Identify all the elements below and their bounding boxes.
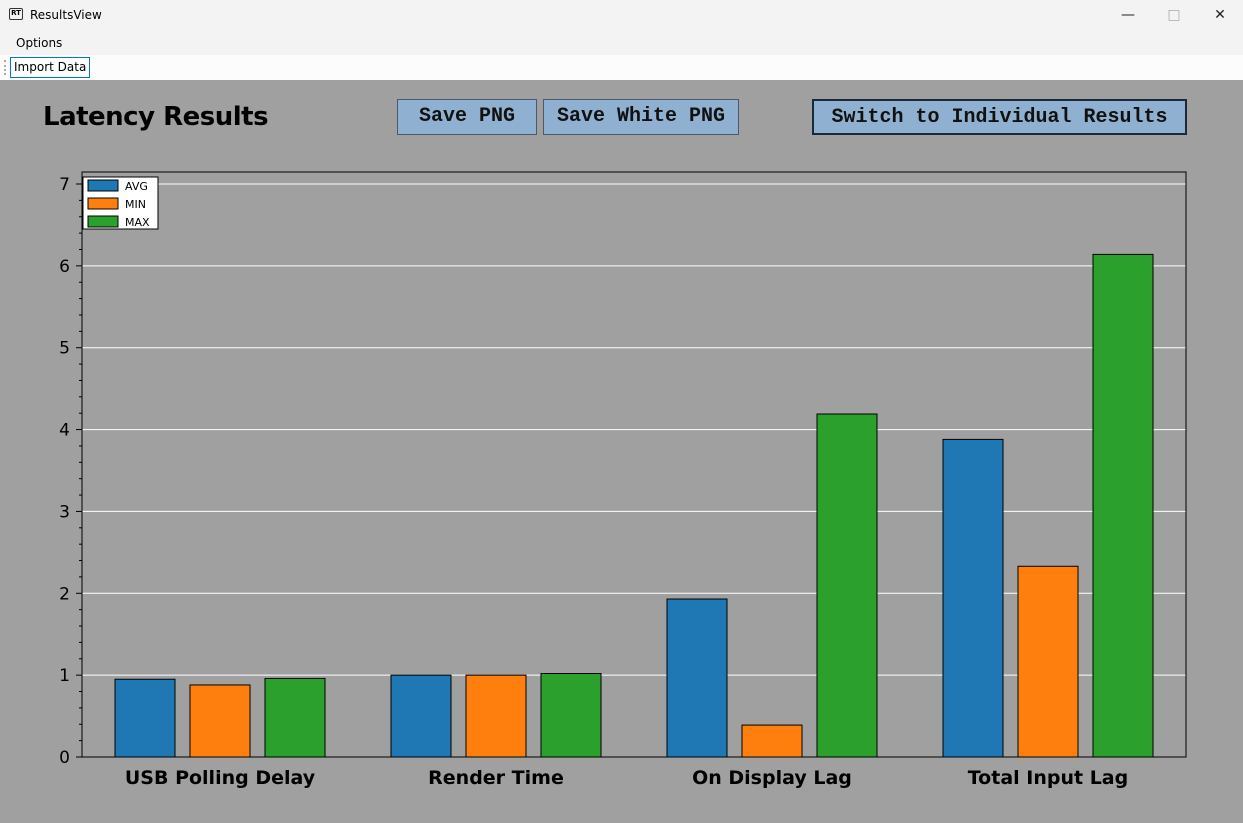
x-category-label: Render Time — [428, 767, 564, 789]
bar-min — [741, 724, 803, 758]
bar-min — [465, 674, 527, 758]
bar-avg — [390, 674, 452, 758]
legend-swatch-min — [87, 197, 119, 210]
legend-label: AVG — [125, 180, 148, 193]
x-category-label: USB Polling Delay — [125, 767, 316, 789]
bar-min — [1017, 565, 1079, 758]
bar-avg — [666, 598, 728, 758]
y-tick-label: 4 — [59, 421, 70, 441]
legend-swatch-max — [87, 215, 119, 228]
bar-max — [816, 413, 878, 758]
bar-max — [540, 673, 602, 758]
y-tick-label: 5 — [59, 339, 70, 359]
y-tick-label: 3 — [59, 502, 70, 522]
bar-max — [1092, 253, 1154, 758]
legend-swatch-avg — [87, 179, 119, 192]
bar-chart: 0 1 2 3 4 5 6 7 USB Polling Delay Render Time On D… — [59, 171, 1187, 789]
bar-min — [189, 684, 251, 758]
y-tick-label: 1 — [59, 666, 70, 686]
y-tick-label: 6 — [59, 257, 70, 277]
bar-avg — [114, 678, 176, 758]
y-tick-label: 0 — [59, 748, 70, 768]
y-tick-label: 7 — [59, 175, 70, 195]
y-tick-label: 2 — [59, 584, 70, 604]
x-category-label: Total Input Lag — [968, 767, 1128, 789]
bar-avg — [942, 438, 1004, 758]
legend-label: MIN — [125, 198, 146, 211]
bar-max — [264, 677, 326, 758]
legend-label: MAX — [125, 216, 150, 229]
x-category-label: On Display Lag — [692, 767, 852, 789]
